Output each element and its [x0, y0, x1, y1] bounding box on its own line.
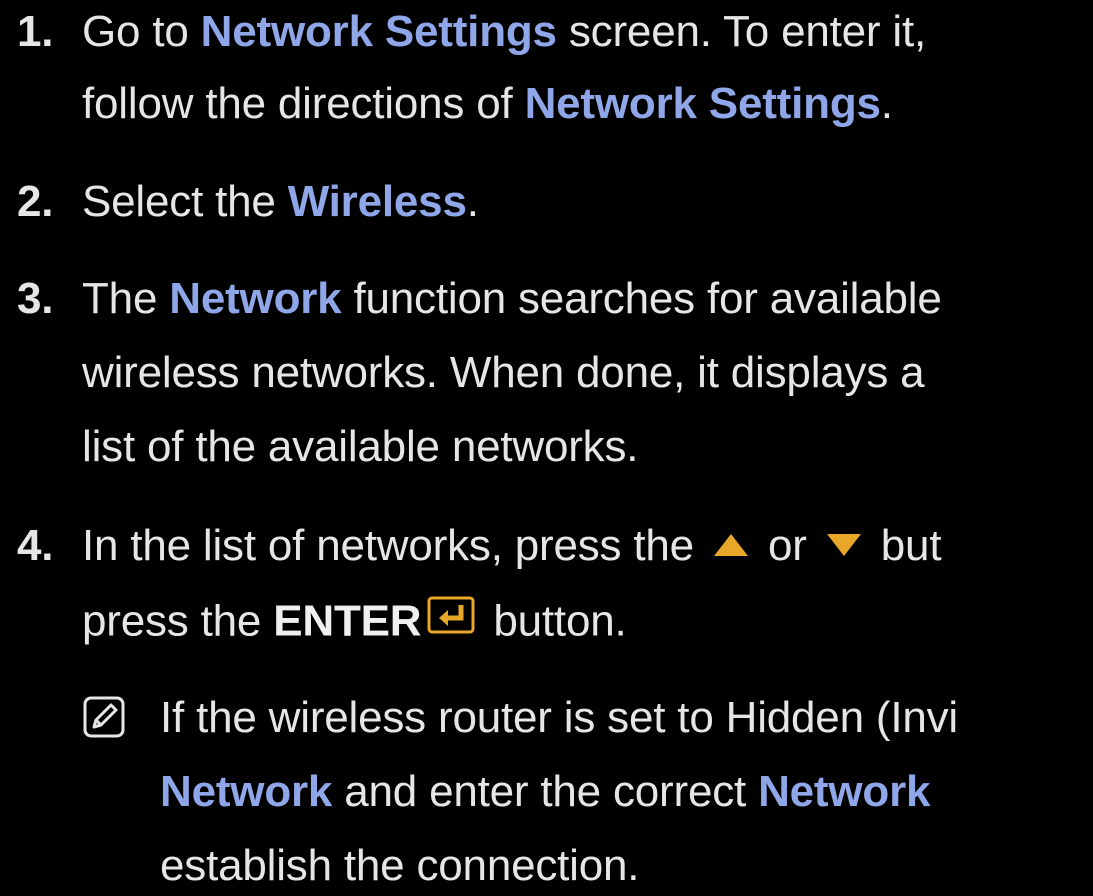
text: follow the directions of: [82, 79, 525, 128]
network-link[interactable]: Network: [758, 767, 930, 816]
enter-label: ENTER: [273, 596, 422, 646]
text: button.: [481, 596, 627, 646]
step-number: 4.: [17, 521, 54, 570]
wireless-link[interactable]: Wireless: [288, 177, 467, 226]
step-text: press the ENTER button.: [82, 590, 627, 658]
step-number: 3.: [17, 274, 54, 323]
text: screen. To enter it,: [556, 7, 927, 56]
step-number: 1.: [17, 7, 54, 56]
down-triangle-icon: [826, 534, 861, 557]
text: function searches for available: [341, 274, 942, 323]
text: and enter the correct: [332, 767, 759, 816]
step-text: Go to Network Settings screen. To enter …: [82, 2, 926, 62]
text: Select the: [82, 177, 288, 226]
step-text: list of the available networks.: [82, 422, 639, 471]
network-settings-link[interactable]: Network Settings: [201, 7, 557, 56]
enter-icon: [427, 590, 475, 650]
text: but: [868, 521, 942, 570]
text: or: [755, 521, 819, 570]
text: .: [466, 177, 479, 226]
step-number: 2.: [17, 177, 54, 226]
network-link[interactable]: Network: [169, 274, 341, 323]
note-pencil-icon: [82, 695, 126, 744]
note-text: If the wireless router is set to Hidden …: [160, 693, 958, 742]
text: .: [880, 79, 893, 128]
up-triangle-icon: [713, 534, 748, 557]
text: The: [82, 274, 170, 323]
network-link[interactable]: Network: [160, 767, 332, 816]
step-text: Select the Wireless.: [82, 172, 479, 232]
step-text: In the list of networks, press the or bu…: [82, 516, 942, 576]
step-text: wireless networks. When done, it display…: [82, 348, 925, 397]
text: Go to: [82, 7, 201, 56]
note-text: establish the connection.: [160, 841, 640, 890]
note-text: Network and enter the correct Network: [160, 762, 930, 822]
step-text: follow the directions of Network Setting…: [82, 74, 893, 134]
network-settings-link[interactable]: Network Settings: [525, 79, 881, 128]
step-text: The Network function searches for availa…: [82, 269, 942, 329]
text: press the: [82, 596, 274, 646]
text: In the list of networks, press the: [82, 521, 706, 570]
